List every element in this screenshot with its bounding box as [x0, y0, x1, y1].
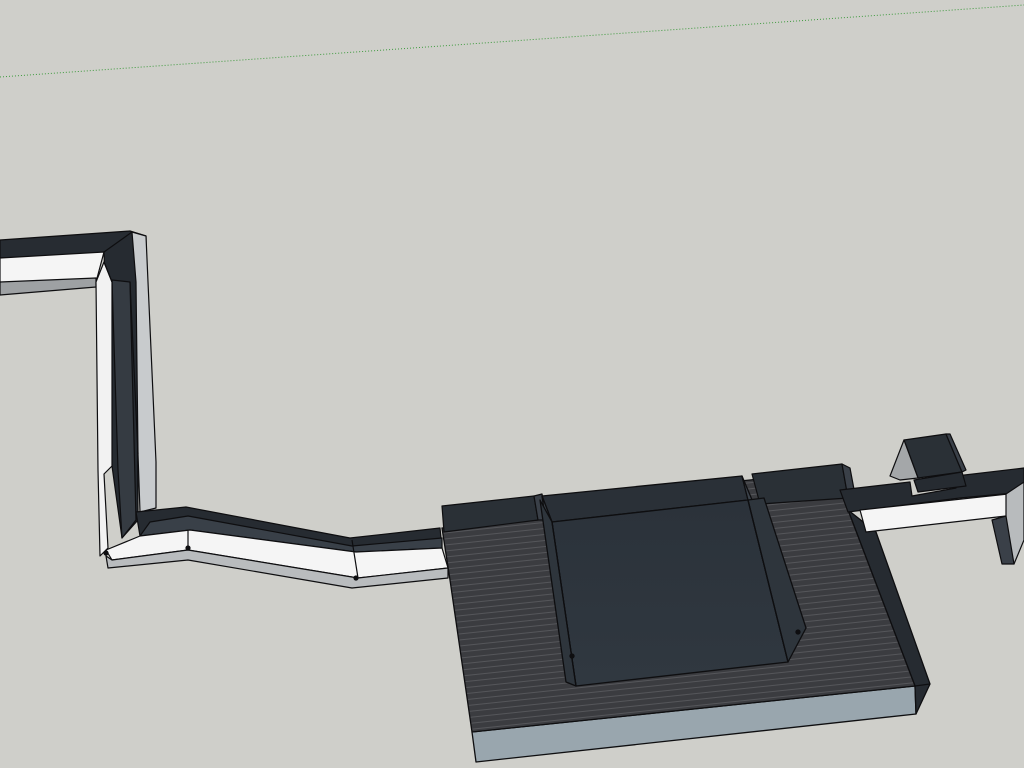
green-axis-line — [0, 4, 1024, 78]
walkway-lower-bend[interactable] — [103, 506, 449, 589]
sketchup-model-viewport[interactable] — [0, 0, 1024, 768]
model-canvas[interactable] — [0, 0, 1024, 768]
deck-bench-right[interactable] — [751, 463, 857, 505]
pool-basin[interactable] — [539, 475, 807, 687]
walkway-vertical[interactable] — [95, 231, 157, 557]
